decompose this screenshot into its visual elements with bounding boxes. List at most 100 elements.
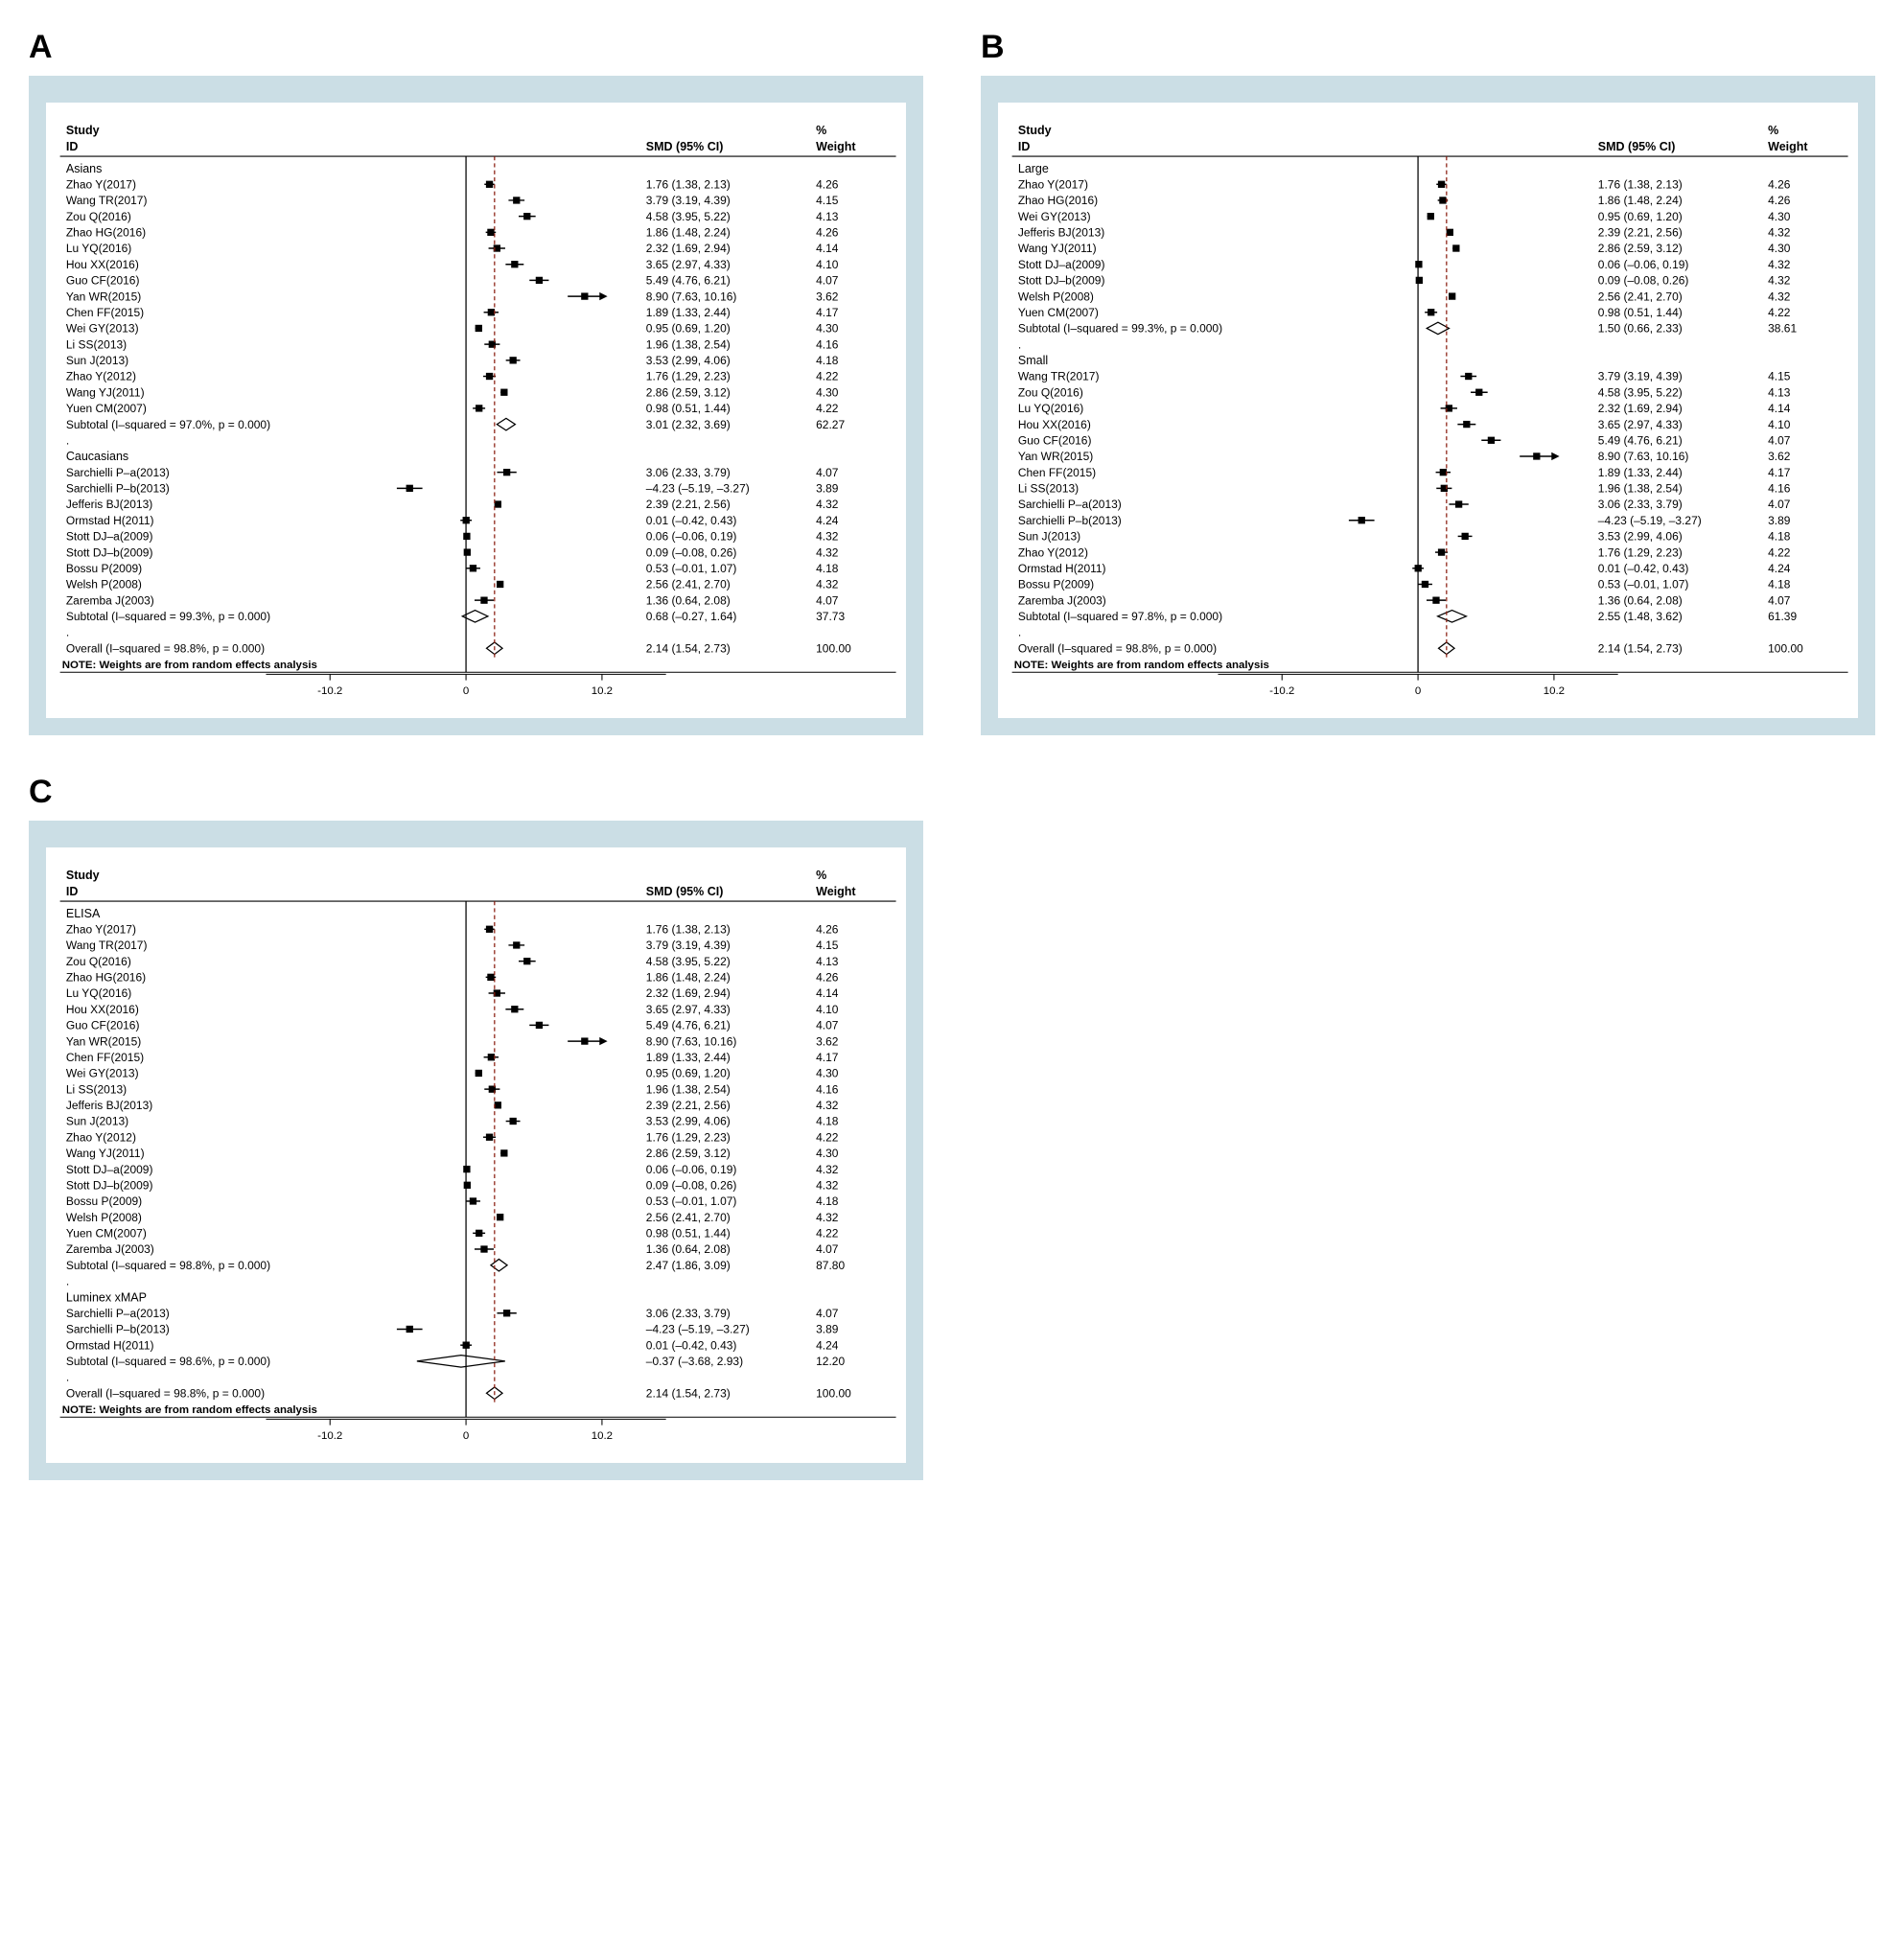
svg-text:4.16: 4.16 [816,337,839,351]
svg-text:12.20: 12.20 [816,1355,845,1368]
svg-text:0.98 (0.51, 1.44): 0.98 (0.51, 1.44) [646,1227,731,1241]
svg-text:4.58 (3.95, 5.22): 4.58 (3.95, 5.22) [646,955,731,968]
svg-text:4.18: 4.18 [816,1194,839,1208]
svg-text:4.26: 4.26 [816,971,839,985]
svg-text:Li SS(2013): Li SS(2013) [66,1083,127,1097]
svg-text:ELISA: ELISA [66,907,101,920]
svg-text:0.01 (–0.42, 0.43): 0.01 (–0.42, 0.43) [1598,562,1689,575]
svg-text:Lu YQ(2016): Lu YQ(2016) [66,242,131,255]
forest-plot-b: Study%IDSMD (95% CI)WeightLargeZhao Y(20… [998,103,1858,718]
svg-text:Wang TR(2017): Wang TR(2017) [1018,370,1100,383]
svg-text:4.32: 4.32 [1768,226,1791,240]
svg-text:Ormstad H(2011): Ormstad H(2011) [66,1339,154,1353]
svg-text:4.22: 4.22 [1768,545,1791,559]
svg-text:4.26: 4.26 [816,177,839,191]
svg-text:4.26: 4.26 [1768,194,1791,207]
svg-text:10.2: 10.2 [592,1430,613,1442]
svg-text:4.26: 4.26 [816,226,839,240]
svg-text:4.13: 4.13 [816,210,839,223]
svg-text:2.14 (1.54, 2.73): 2.14 (1.54, 2.73) [646,641,731,655]
svg-text:-10.2: -10.2 [1269,685,1294,697]
svg-text:4.32: 4.32 [1768,258,1791,271]
svg-text:0: 0 [463,685,469,697]
svg-text:Stott DJ–b(2009): Stott DJ–b(2009) [66,1179,153,1193]
svg-text:Zaremba J(2003): Zaremba J(2003) [1018,593,1106,607]
svg-text:3.53 (2.99, 4.06): 3.53 (2.99, 4.06) [646,1115,731,1128]
svg-text:4.32: 4.32 [1768,290,1791,303]
svg-text:Wang TR(2017): Wang TR(2017) [66,939,148,952]
svg-text:4.17: 4.17 [816,306,839,319]
svg-text:Li SS(2013): Li SS(2013) [1018,482,1079,496]
svg-text:SMD (95% CI): SMD (95% CI) [1598,140,1676,153]
svg-text:3.79 (3.19, 4.39): 3.79 (3.19, 4.39) [646,939,731,952]
svg-text:0.01 (–0.42, 0.43): 0.01 (–0.42, 0.43) [646,1339,737,1353]
svg-text:Wang TR(2017): Wang TR(2017) [66,194,148,207]
svg-text:4.30: 4.30 [1768,210,1791,223]
svg-text:Hou XX(2016): Hou XX(2016) [1018,418,1091,431]
svg-text:Subtotal (I–squared = 97.8%,: Subtotal (I–squared = 97.8%, p = 0.000) [1018,610,1222,623]
svg-text:1.76 (1.38, 2.13): 1.76 (1.38, 2.13) [646,923,731,937]
svg-text:Weight: Weight [1768,140,1808,153]
svg-text:2.56 (2.41, 2.70): 2.56 (2.41, 2.70) [1598,290,1683,303]
svg-text:0.06 (–0.06, 0.19): 0.06 (–0.06, 0.19) [646,530,737,544]
svg-text:5.49 (4.76, 6.21): 5.49 (4.76, 6.21) [646,274,731,288]
svg-text:3.65 (2.97, 4.33): 3.65 (2.97, 4.33) [646,1003,731,1016]
svg-text:-10.2: -10.2 [317,685,342,697]
svg-text:Zou Q(2016): Zou Q(2016) [1018,385,1083,399]
svg-text:Welsh P(2008): Welsh P(2008) [66,578,142,591]
svg-text:-10.2: -10.2 [317,1430,342,1442]
svg-text:Overall (I–squared = 98.8%, p: Overall (I–squared = 98.8%, p = 0.000) [66,1387,265,1401]
svg-text:Subtotal (I–squared = 98.6%,: Subtotal (I–squared = 98.6%, p = 0.000) [66,1355,270,1368]
svg-text:4.32: 4.32 [816,545,839,559]
svg-text:4.17: 4.17 [816,1051,839,1064]
svg-text:4.10: 4.10 [1768,418,1791,431]
svg-text:5.49 (4.76, 6.21): 5.49 (4.76, 6.21) [646,1019,731,1032]
svg-text:1.86 (1.48, 2.24): 1.86 (1.48, 2.24) [646,226,731,240]
svg-text:1.76 (1.29, 2.23): 1.76 (1.29, 2.23) [1598,545,1683,559]
svg-text:4.32: 4.32 [816,1211,839,1224]
svg-text:4.26: 4.26 [816,923,839,937]
svg-text:4.18: 4.18 [1768,530,1791,544]
svg-text:4.32: 4.32 [816,498,839,511]
svg-text:Zaremba J(2003): Zaremba J(2003) [66,593,154,607]
svg-text:4.22: 4.22 [816,1227,839,1241]
svg-text:0.09 (–0.08, 0.26): 0.09 (–0.08, 0.26) [646,1179,737,1193]
svg-text:4.07: 4.07 [816,1019,839,1032]
svg-text:1.96 (1.38, 2.54): 1.96 (1.38, 2.54) [646,1083,731,1097]
svg-text:4.32: 4.32 [816,1163,839,1176]
svg-text:3.06 (2.33, 3.79): 3.06 (2.33, 3.79) [646,1307,731,1320]
svg-text:Wei GY(2013): Wei GY(2013) [1018,210,1091,223]
svg-text:100.00: 100.00 [1768,641,1803,655]
svg-text:Stott DJ–a(2009): Stott DJ–a(2009) [66,1163,153,1176]
svg-text:ID: ID [66,885,79,898]
svg-text:Sarchielli P–b(2013): Sarchielli P–b(2013) [66,482,170,496]
svg-text:2.86 (2.59, 3.12): 2.86 (2.59, 3.12) [646,1147,731,1160]
svg-text:4.14: 4.14 [816,986,839,1000]
svg-text:0.98 (0.51, 1.44): 0.98 (0.51, 1.44) [1598,306,1683,319]
svg-text:1.89 (1.33, 2.44): 1.89 (1.33, 2.44) [646,1051,731,1064]
svg-text:Yan WR(2015): Yan WR(2015) [66,1034,141,1048]
svg-text:4.15: 4.15 [816,939,839,952]
svg-text:4.30: 4.30 [816,385,839,399]
svg-text:0: 0 [1415,685,1421,697]
svg-text:Hou XX(2016): Hou XX(2016) [66,1003,139,1016]
svg-text:Zhao HG(2016): Zhao HG(2016) [66,226,146,240]
svg-text:3.01 (2.32, 3.69): 3.01 (2.32, 3.69) [646,418,731,431]
svg-text:2.39 (2.21, 2.56): 2.39 (2.21, 2.56) [646,498,731,511]
svg-text:Bossu P(2009): Bossu P(2009) [1018,578,1094,591]
svg-text:4.24: 4.24 [1768,562,1791,575]
svg-text:4.32: 4.32 [816,1099,839,1112]
svg-text:4.32: 4.32 [816,1179,839,1193]
svg-text:4.18: 4.18 [816,1115,839,1128]
svg-text:1.36 (0.64, 2.08): 1.36 (0.64, 2.08) [1598,593,1683,607]
svg-text:Study: Study [1018,124,1052,137]
svg-text:1.89 (1.33, 2.44): 1.89 (1.33, 2.44) [646,306,731,319]
svg-text:0.09 (–0.08, 0.26): 0.09 (–0.08, 0.26) [646,545,737,559]
svg-text:Zhao Y(2017): Zhao Y(2017) [66,923,136,937]
svg-text:Welsh P(2008): Welsh P(2008) [66,1211,142,1224]
panel-grid: A Study%IDSMD (95% CI)WeightAsiansZhao Y… [29,29,1875,1480]
svg-text:Sarchielli P–a(2013): Sarchielli P–a(2013) [1018,498,1122,511]
svg-text:4.07: 4.07 [816,466,839,479]
svg-text:Zhao Y(2017): Zhao Y(2017) [66,177,136,191]
svg-text:4.26: 4.26 [1768,177,1791,191]
